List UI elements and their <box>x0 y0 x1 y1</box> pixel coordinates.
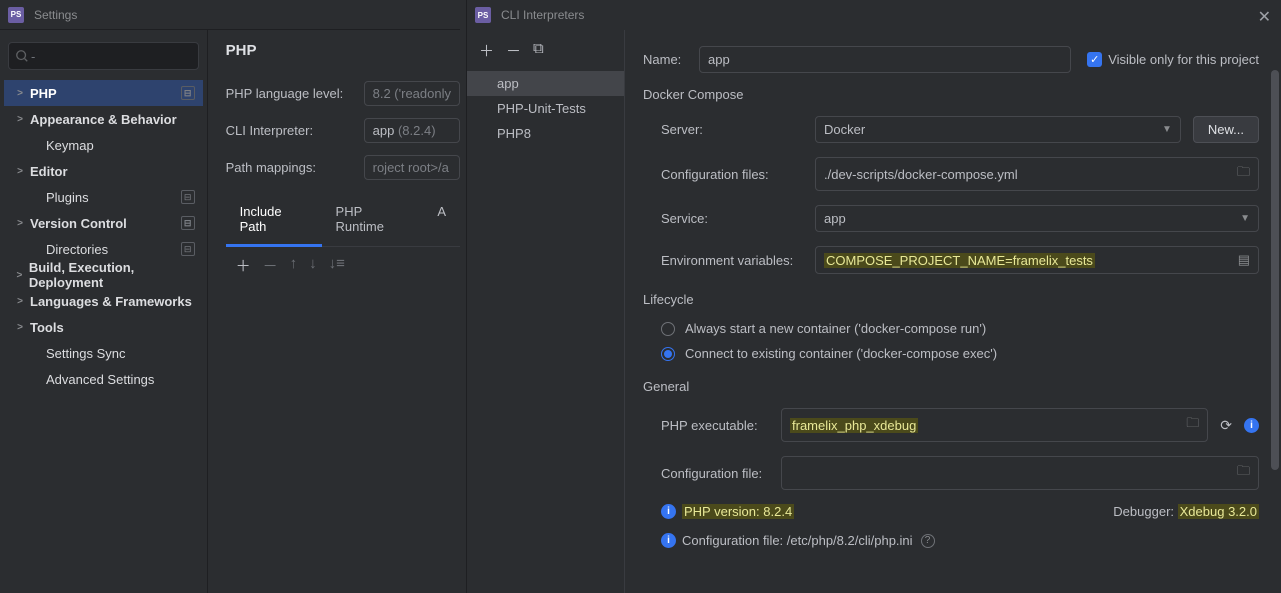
phpstorm-icon: PS <box>8 7 24 23</box>
info-icon[interactable]: i <box>1244 418 1259 433</box>
cli-interpreter-label: CLI Interpreter: <box>226 123 364 138</box>
help-icon[interactable]: ? <box>921 534 935 548</box>
new-server-button[interactable]: New... <box>1193 116 1259 143</box>
sidebar-item-version-control[interactable]: >Version Control⊟ <box>4 210 203 236</box>
radio-icon <box>661 322 675 336</box>
interpreter-detail-panel: Name: ✓ Visible only for this project Do… <box>625 30 1281 593</box>
cli-interpreter-select[interactable]: app (8.2.4) <box>364 118 460 143</box>
name-input[interactable] <box>699 46 1071 73</box>
tab-php-runtime[interactable]: PHP Runtime <box>322 196 424 246</box>
config-file-label: Configuration file: <box>661 466 781 481</box>
cli-interpreters-dialog: PS CLI Interpreters ✕ ＋ － ⧉ appPHP-Unit-… <box>466 0 1281 593</box>
folder-icon[interactable]: 🗀 <box>1237 462 1250 484</box>
server-select[interactable]: Docker▼ <box>815 116 1181 143</box>
sidebar-item-tools[interactable]: >Tools <box>4 314 203 340</box>
service-label: Service: <box>661 211 815 226</box>
sidebar-item-directories[interactable]: >Directories⊟ <box>4 236 203 262</box>
close-icon[interactable]: ✕ <box>1258 7 1271 27</box>
sidebar-item-editor[interactable]: >Editor <box>4 158 203 184</box>
env-label: Environment variables: <box>661 253 815 268</box>
settings-main: PHP PHP language level: 8.2 ('readonly C… <box>208 30 460 593</box>
lifecycle-section-title: Lifecycle <box>643 292 1259 307</box>
php-exec-label: PHP executable: <box>661 418 781 433</box>
lang-level-select[interactable]: 8.2 ('readonly <box>364 81 460 106</box>
sidebar-item-languages-frameworks[interactable]: >Languages & Frameworks <box>4 288 203 314</box>
sidebar-item-settings-sync[interactable]: >Settings Sync <box>4 340 203 366</box>
include-path-toolbar: ＋ － ↑ ↓ ↓≡ <box>226 247 460 284</box>
radio-new-container[interactable]: Always start a new container ('docker-co… <box>643 321 1259 336</box>
path-mappings-label: Path mappings: <box>226 160 364 175</box>
page-title: PHP <box>226 42 460 59</box>
path-mappings-field[interactable]: roject root>/a <box>364 155 460 180</box>
interpreter-item-php8[interactable]: PHP8 <box>467 121 624 146</box>
settings-title: Settings <box>34 8 77 22</box>
radio-icon <box>661 347 675 361</box>
sidebar-item-plugins[interactable]: >Plugins⊟ <box>4 184 203 210</box>
settings-titlebar: PS Settings <box>0 0 460 30</box>
scrollbar[interactable] <box>1271 70 1279 590</box>
name-label: Name: <box>643 52 699 67</box>
settings-sidebar: - >PHP⊟>Appearance & Behavior>Keymap>Edi… <box>0 30 208 593</box>
add-interpreter-icon[interactable]: ＋ <box>479 40 494 61</box>
php-exec-input[interactable]: framelix_php_xdebug 🗀 <box>781 408 1208 442</box>
up-icon[interactable]: ↑ <box>290 255 298 276</box>
tabs: Include Path PHP Runtime A <box>226 196 460 247</box>
add-icon[interactable]: ＋ <box>236 255 251 276</box>
config-files-label: Configuration files: <box>661 167 815 182</box>
sidebar-item-appearance-behavior[interactable]: >Appearance & Behavior <box>4 106 203 132</box>
sidebar-item-php[interactable]: >PHP⊟ <box>4 80 203 106</box>
remove-interpreter-icon[interactable]: － <box>506 40 521 61</box>
tab-include-path[interactable]: Include Path <box>226 196 322 247</box>
phpstorm-icon: PS <box>475 7 491 23</box>
settings-window: PS Settings - >PHP⊟>Appearance & Behavio… <box>0 0 460 593</box>
dialog-titlebar: PS CLI Interpreters ✕ <box>467 0 1281 30</box>
sidebar-item-keymap[interactable]: >Keymap <box>4 132 203 158</box>
env-input[interactable]: COMPOSE_PROJECT_NAME=framelix_tests ▤ <box>815 246 1259 274</box>
interpreter-item-php-unit-tests[interactable]: PHP-Unit-Tests <box>467 96 624 121</box>
tab-extra[interactable]: A <box>423 196 460 246</box>
folder-icon[interactable]: 🗀 <box>1186 414 1199 436</box>
radio-existing-container[interactable]: Connect to existing container ('docker-c… <box>643 346 1259 361</box>
interpreter-item-app[interactable]: app <box>467 71 624 96</box>
info-icon: i <box>661 533 676 548</box>
reload-icon[interactable]: ⟳ <box>1220 417 1232 434</box>
server-label: Server: <box>661 122 815 137</box>
lang-level-label: PHP language level: <box>226 86 364 101</box>
search-icon <box>15 49 29 63</box>
down-icon[interactable]: ↓ <box>309 255 317 276</box>
general-section-title: General <box>643 379 1259 394</box>
check-icon: ✓ <box>1087 52 1102 67</box>
interpreter-list-panel: ＋ － ⧉ appPHP-Unit-TestsPHP8 <box>467 30 625 593</box>
debugger-info: Debugger: Xdebug 3.2.0 <box>1113 504 1259 519</box>
service-select[interactable]: app▼ <box>815 205 1259 232</box>
remove-icon[interactable]: － <box>263 255 278 276</box>
config-file-input[interactable]: 🗀 <box>781 456 1259 490</box>
folder-icon[interactable]: 🗀 <box>1237 163 1250 185</box>
docker-compose-section-title: Docker Compose <box>643 87 1259 102</box>
config-info: Configuration file: /etc/php/8.2/cli/php… <box>682 533 913 548</box>
sidebar-item-build-execution-deployment[interactable]: >Build, Execution, Deployment <box>4 262 203 288</box>
sidebar-item-advanced-settings[interactable]: >Advanced Settings <box>4 366 203 392</box>
visible-checkbox[interactable]: ✓ Visible only for this project <box>1087 52 1259 67</box>
dialog-title: CLI Interpreters <box>501 8 584 22</box>
info-icon: i <box>661 504 676 519</box>
copy-interpreter-icon[interactable]: ⧉ <box>533 40 544 61</box>
settings-search-input[interactable]: - <box>8 42 199 70</box>
config-files-input[interactable]: ./dev-scripts/docker-compose.yml 🗀 <box>815 157 1259 191</box>
sort-icon[interactable]: ↓≡ <box>329 255 345 276</box>
list-icon[interactable]: ▤ <box>1238 252 1250 268</box>
